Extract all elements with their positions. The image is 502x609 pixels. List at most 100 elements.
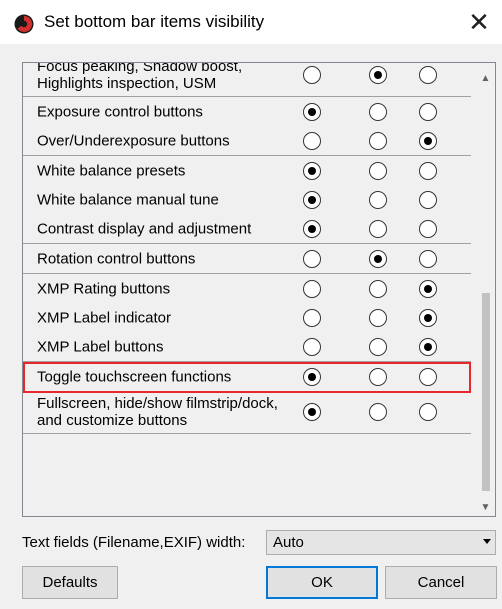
visibility-radio-3[interactable] (419, 308, 437, 327)
visibility-radio-2[interactable] (369, 66, 387, 84)
option-row: Toggle touchscreen functions (23, 362, 471, 393)
visibility-radio-2[interactable] (369, 131, 387, 150)
option-row: XMP Label buttons (23, 332, 471, 361)
option-label-line: White balance presets (37, 162, 186, 179)
option-label-line: Focus peaking, Shadow boost, (37, 62, 243, 75)
defaults-button[interactable]: Defaults (22, 566, 118, 599)
option-label-line: Fullscreen, hide/show filmstrip/dock, (37, 395, 278, 412)
radio-dot-icon (308, 107, 316, 116)
radio-dot-icon (308, 195, 316, 204)
option-label-line: XMP Rating buttons (37, 280, 171, 297)
visibility-radio-1[interactable] (303, 219, 321, 238)
visibility-radio-2[interactable] (369, 279, 387, 298)
option-label-line: Rotation control buttons (37, 250, 196, 267)
visibility-radio-2[interactable] (369, 403, 387, 421)
close-button[interactable]: ✕ (456, 0, 502, 44)
option-label: White balance presets (37, 162, 185, 179)
option-row: White balance presets (23, 156, 471, 185)
option-label-line: XMP Label indicator (37, 309, 171, 326)
option-label: Over/Underexposure buttons (37, 132, 230, 149)
scroll-thumb[interactable] (482, 293, 490, 491)
text-fields-width-value: Auto (273, 534, 304, 551)
visibility-radio-2[interactable] (369, 190, 387, 209)
visibility-radio-3[interactable] (419, 102, 437, 121)
option-row: Contrast display and adjustment (23, 214, 471, 243)
visibility-radio-3[interactable] (419, 337, 437, 356)
visibility-radio-1[interactable] (303, 249, 321, 268)
cancel-button[interactable]: Cancel (385, 566, 497, 599)
visibility-radio-2[interactable] (369, 161, 387, 180)
visibility-radio-3[interactable] (419, 131, 437, 150)
option-label-line: Contrast display and adjustment (37, 220, 252, 237)
visibility-radio-1[interactable] (303, 102, 321, 121)
options-list: Focus peaking, Shadow boost, Highlights i… (22, 62, 496, 517)
visibility-radio-1[interactable] (303, 161, 321, 180)
option-row: Over/Underexposure buttons (23, 126, 471, 155)
visibility-radio-1[interactable] (303, 308, 321, 327)
option-label: Contrast display and adjustment (37, 220, 251, 237)
radio-dot-icon (374, 254, 382, 263)
visibility-radio-3[interactable] (419, 249, 437, 268)
radio-dot-icon (424, 136, 432, 145)
visibility-radio-3[interactable] (419, 279, 437, 298)
option-label: Fullscreen, hide/show filmstrip/dock, and… (37, 395, 278, 429)
option-row: XMP Label indicator (23, 303, 471, 332)
option-label-line: and customize buttons (37, 412, 188, 429)
option-group: Focus peaking, Shadow boost, Highlights i… (23, 62, 471, 97)
option-group: White balance presets White balance manua… (23, 156, 471, 244)
option-row: White balance manual tune (23, 185, 471, 214)
visibility-radio-1[interactable] (303, 66, 321, 84)
option-row: XMP Rating buttons (23, 274, 471, 303)
option-group: Rotation control buttons (23, 244, 471, 274)
visibility-radio-1[interactable] (303, 367, 321, 386)
vertical-scrollbar[interactable]: ▲ ▼ (476, 63, 495, 516)
option-label: Exposure control buttons (37, 103, 203, 120)
ok-button[interactable]: OK (266, 566, 378, 599)
option-label-line: Toggle touchscreen functions (37, 368, 232, 385)
visibility-radio-2[interactable] (369, 337, 387, 356)
radio-dot-icon (424, 284, 432, 293)
visibility-radio-3[interactable] (419, 219, 437, 238)
option-group: XMP Rating buttons XMP Label indicator XMP… (23, 274, 471, 362)
visibility-radio-3[interactable] (419, 66, 437, 84)
radio-dot-icon (374, 71, 382, 79)
option-row: Exposure control buttons (23, 97, 471, 126)
visibility-radio-3[interactable] (419, 403, 437, 421)
option-label: Toggle touchscreen functions (37, 368, 231, 385)
option-label-line: Highlights inspection, USM (37, 75, 217, 92)
option-row: Fullscreen, hide/show filmstrip/dock, and… (23, 391, 471, 433)
radio-dot-icon (308, 224, 316, 233)
option-group: Toggle touchscreen functions Fullscreen, … (23, 362, 471, 434)
text-fields-width-select[interactable]: Auto (266, 530, 496, 555)
app-icon (14, 14, 34, 34)
visibility-radio-1[interactable] (303, 131, 321, 150)
option-label: XMP Label indicator (37, 309, 171, 326)
option-label: White balance manual tune (37, 191, 219, 208)
text-fields-width-label: Text fields (Filename,EXIF) width: (22, 534, 246, 551)
options-scroll-content: Focus peaking, Shadow boost, Highlights i… (23, 62, 471, 434)
window-title: Set bottom bar items visibility (44, 12, 265, 31)
scroll-down-icon[interactable]: ▼ (476, 498, 495, 516)
option-group: Exposure control buttons Over/Underexposu… (23, 97, 471, 156)
option-label: XMP Label buttons (37, 338, 163, 355)
scroll-up-icon[interactable]: ▲ (476, 69, 495, 87)
chevron-down-icon (483, 539, 491, 544)
visibility-radio-1[interactable] (303, 190, 321, 209)
visibility-radio-1[interactable] (303, 403, 321, 421)
option-label: XMP Rating buttons (37, 280, 170, 297)
visibility-radio-2[interactable] (369, 102, 387, 121)
visibility-radio-3[interactable] (419, 161, 437, 180)
radio-dot-icon (424, 342, 432, 351)
visibility-radio-1[interactable] (303, 279, 321, 298)
visibility-radio-2[interactable] (369, 219, 387, 238)
visibility-radio-2[interactable] (369, 367, 387, 386)
option-label: Focus peaking, Shadow boost, Highlights i… (37, 62, 243, 92)
visibility-radio-1[interactable] (303, 337, 321, 356)
visibility-radio-2[interactable] (369, 249, 387, 268)
option-label: Rotation control buttons (37, 250, 195, 267)
visibility-radio-3[interactable] (419, 367, 437, 386)
visibility-radio-3[interactable] (419, 190, 437, 209)
option-label-line: White balance manual tune (37, 191, 219, 208)
radio-dot-icon (308, 408, 316, 416)
visibility-radio-2[interactable] (369, 308, 387, 327)
